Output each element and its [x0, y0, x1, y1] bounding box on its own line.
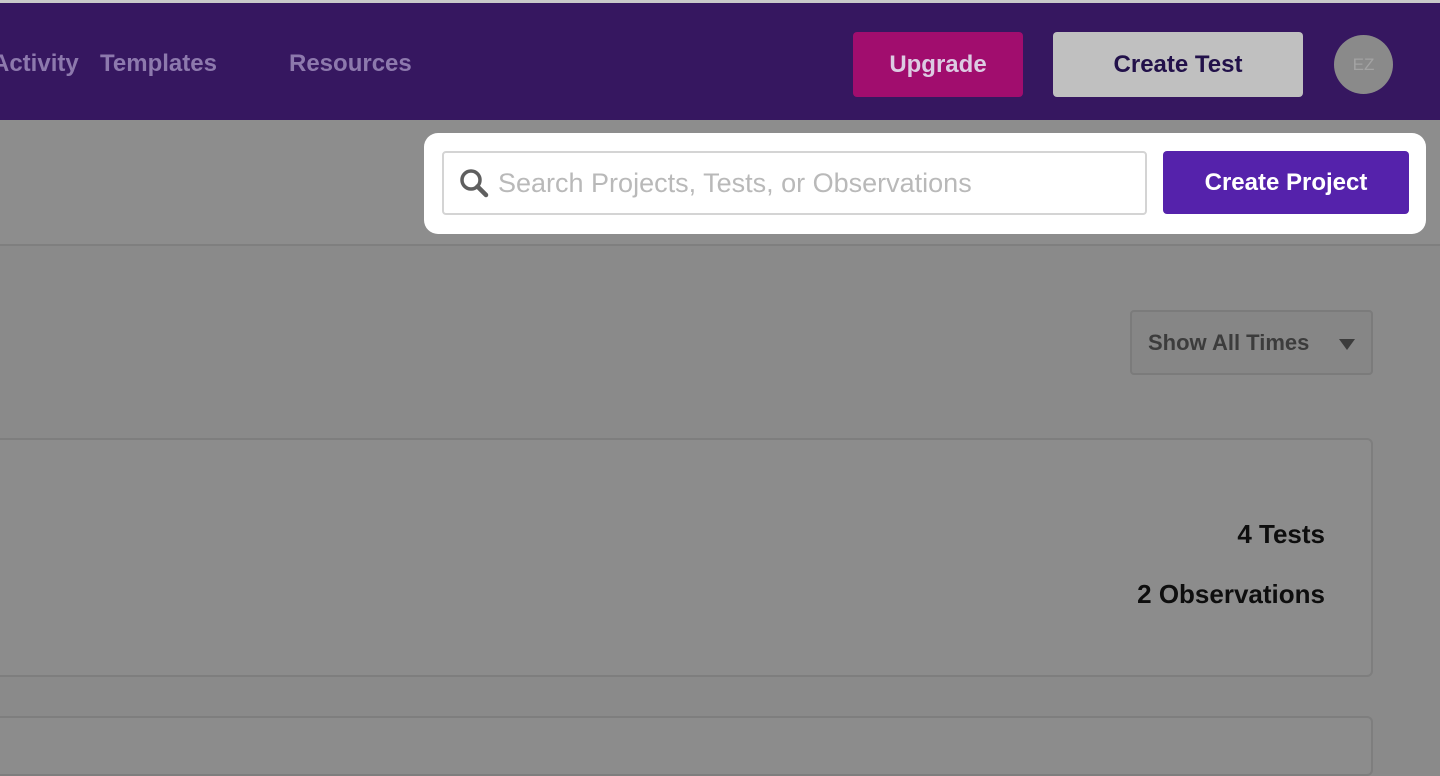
search-input[interactable] — [498, 153, 1138, 213]
project-card[interactable]: 4 Tests 2 Observations — [0, 438, 1373, 677]
create-test-button[interactable]: Create Test — [1053, 32, 1303, 97]
search-field[interactable] — [442, 151, 1147, 215]
project-tests-count: 4 Tests — [1237, 519, 1325, 549]
top-navigation-bar: Activity Templates Resources Upgrade Cre… — [0, 0, 1440, 120]
nav-activity[interactable]: Activity — [0, 50, 79, 78]
project-observations-count: 2 Observations — [1137, 579, 1325, 609]
user-avatar[interactable]: EZ — [1334, 35, 1393, 94]
nav-resources[interactable]: Resources — [289, 50, 412, 78]
search-icon — [460, 169, 489, 198]
project-card[interactable] — [0, 716, 1373, 776]
time-filter-selected: Show All Times — [1148, 329, 1310, 355]
nav-templates[interactable]: Templates — [100, 50, 217, 78]
caret-down-icon — [1339, 339, 1355, 350]
time-filter-dropdown[interactable]: Show All Times — [1130, 310, 1373, 375]
create-project-button[interactable]: Create Project — [1163, 151, 1409, 214]
upgrade-button[interactable]: Upgrade — [853, 32, 1023, 97]
